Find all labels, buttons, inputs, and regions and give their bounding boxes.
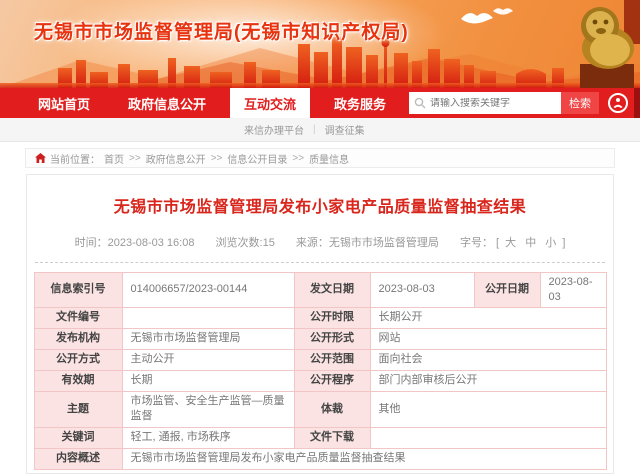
info-label: 发文日期 bbox=[293, 272, 371, 308]
breadcrumb-prefix: 当前位置： bbox=[50, 154, 100, 166]
site-banner: 无锡市市场监督管理局(无锡市知识产权局) bbox=[0, 0, 640, 88]
nav-endcap-decor bbox=[634, 88, 640, 118]
divider bbox=[35, 262, 605, 263]
info-value: 轻工, 通报, 市场秩序 bbox=[121, 426, 295, 449]
info-value: 长期 bbox=[121, 369, 295, 392]
person-icon bbox=[613, 98, 623, 108]
info-label: 公开范围 bbox=[293, 348, 371, 371]
fontsize-medium-button[interactable]: 中 bbox=[525, 237, 536, 249]
info-value: 面向社会 bbox=[369, 348, 607, 371]
search-input[interactable] bbox=[430, 97, 548, 109]
search-icon bbox=[414, 97, 426, 109]
fontsize-large-button[interactable]: 大 bbox=[505, 237, 516, 249]
table-row: 信息索引号 014006657/2023-00144 发文日期 2023-08-… bbox=[33, 272, 607, 308]
info-value: 其他 bbox=[369, 390, 607, 428]
info-label: 文件编号 bbox=[33, 306, 123, 329]
info-value: 2023-08-03 bbox=[539, 272, 607, 308]
info-label: 主题 bbox=[33, 390, 123, 428]
breadcrumb-item-gov-info[interactable]: 政府信息公开 bbox=[146, 151, 206, 166]
search-button[interactable]: 检索 bbox=[561, 92, 599, 114]
info-label: 公开形式 bbox=[293, 327, 371, 350]
page-title: 无锡市市场监督管理局发布小家电产品质量监督抽查结果 bbox=[113, 199, 527, 216]
subnav: 来信办理平台 | 调查征集 bbox=[0, 118, 640, 142]
info-label: 发布机构 bbox=[33, 327, 123, 350]
nav-item-interaction[interactable]: 互动交流 bbox=[230, 88, 311, 118]
info-label: 内容概述 bbox=[33, 447, 123, 470]
nav-item-services[interactable]: 政务服务 bbox=[320, 88, 400, 118]
main-nav: 网站首页 政府信息公开 互动交流 政务服务 检索 bbox=[0, 88, 640, 118]
info-label: 公开时限 bbox=[293, 306, 371, 329]
meta-views: 浏览次数:15 bbox=[215, 237, 275, 249]
meta-fontsize: 字号： [ 大 中 小 ] bbox=[459, 237, 566, 249]
info-value bbox=[121, 306, 295, 329]
breadcrumb-item-current: 质量信息 bbox=[309, 154, 350, 166]
table-row: 有效期 长期 公开程序 部门内部审核后公开 bbox=[33, 369, 607, 392]
nav-item-gov-info[interactable]: 政府信息公开 bbox=[114, 88, 220, 118]
table-row: 主题 市场监管、安全生产监管—质量监督 体裁 其他 bbox=[33, 390, 607, 428]
search-box bbox=[409, 92, 561, 114]
accessibility-icon[interactable] bbox=[608, 93, 628, 113]
info-value: 部门内部审核后公开 bbox=[369, 369, 607, 392]
info-value: 长期公开 bbox=[369, 306, 607, 329]
breadcrumb-separator: >> bbox=[129, 152, 141, 164]
info-label: 信息索引号 bbox=[33, 272, 123, 308]
home-icon bbox=[35, 153, 46, 163]
info-value: 无锡市市场监督管理局发布小家电产品质量监督抽查结果 bbox=[121, 447, 607, 470]
info-value: 市场监管、安全生产监管—质量监督 bbox=[121, 390, 295, 428]
info-table: 信息索引号 014006657/2023-00144 发文日期 2023-08-… bbox=[33, 272, 607, 470]
lion-statue-graphic bbox=[580, 0, 640, 88]
info-label: 文件下载 bbox=[293, 426, 371, 449]
breadcrumb-separator: >> bbox=[292, 152, 305, 164]
article-card: 无锡市市场监督管理局发布小家电产品质量监督抽查结果 时间：2023-08-03 … bbox=[26, 174, 614, 474]
table-row: 关键词 轻工, 通报, 市场秩序 文件下载 bbox=[33, 426, 607, 449]
fontsize-small-button[interactable]: 小 bbox=[545, 237, 556, 249]
info-label: 公开方式 bbox=[33, 348, 123, 371]
info-label: 关键词 bbox=[33, 426, 123, 449]
subnav-divider: | bbox=[313, 124, 316, 135]
meta-source: 来源：无锡市市场监督管理局 bbox=[295, 237, 439, 249]
article-meta: 时间：2023-08-03 16:08 浏览次数:15 来源：无锡市市场监督管理… bbox=[27, 234, 613, 250]
nav-item-home[interactable]: 网站首页 bbox=[24, 88, 104, 118]
info-value: 主动公开 bbox=[121, 348, 295, 371]
info-label: 体裁 bbox=[293, 390, 371, 428]
info-value: 网站 bbox=[369, 327, 607, 350]
breadcrumb: 当前位置： 首页 >> 政府信息公开 >> 信息公开目录 >> 质量信息 bbox=[25, 148, 615, 168]
dove-icon bbox=[461, 8, 513, 24]
nav-search-area: 检索 bbox=[409, 92, 628, 114]
table-row: 发布机构 无锡市市场监督管理局 公开形式 网站 bbox=[33, 327, 607, 350]
info-label: 公开程序 bbox=[293, 369, 371, 392]
site-title: 无锡市市场监督管理局(无锡市知识产权局) bbox=[34, 22, 409, 43]
subnav-link-survey[interactable]: 调查征集 bbox=[325, 122, 365, 137]
subnav-link-letter-platform[interactable]: 来信办理平台 bbox=[244, 122, 304, 137]
info-value bbox=[369, 426, 607, 449]
info-value: 无锡市市场监督管理局 bbox=[121, 327, 295, 350]
table-row: 公开方式 主动公开 公开范围 面向社会 bbox=[33, 348, 607, 371]
breadcrumb-item-catalog[interactable]: 信息公开目录 bbox=[227, 151, 287, 166]
table-row: 内容概述 无锡市市场监督管理局发布小家电产品质量监督抽查结果 bbox=[33, 447, 607, 470]
info-value: 2023-08-03 bbox=[369, 272, 475, 308]
table-row: 文件编号 公开时限 长期公开 bbox=[33, 306, 607, 329]
info-value: 014006657/2023-00144 bbox=[121, 272, 295, 308]
meta-time: 时间：2023-08-03 16:08 bbox=[74, 237, 195, 249]
breadcrumb-separator: >> bbox=[210, 152, 223, 164]
info-label: 公开日期 bbox=[473, 272, 541, 308]
info-label: 有效期 bbox=[33, 369, 123, 392]
breadcrumb-item-home[interactable]: 首页 bbox=[104, 151, 124, 166]
